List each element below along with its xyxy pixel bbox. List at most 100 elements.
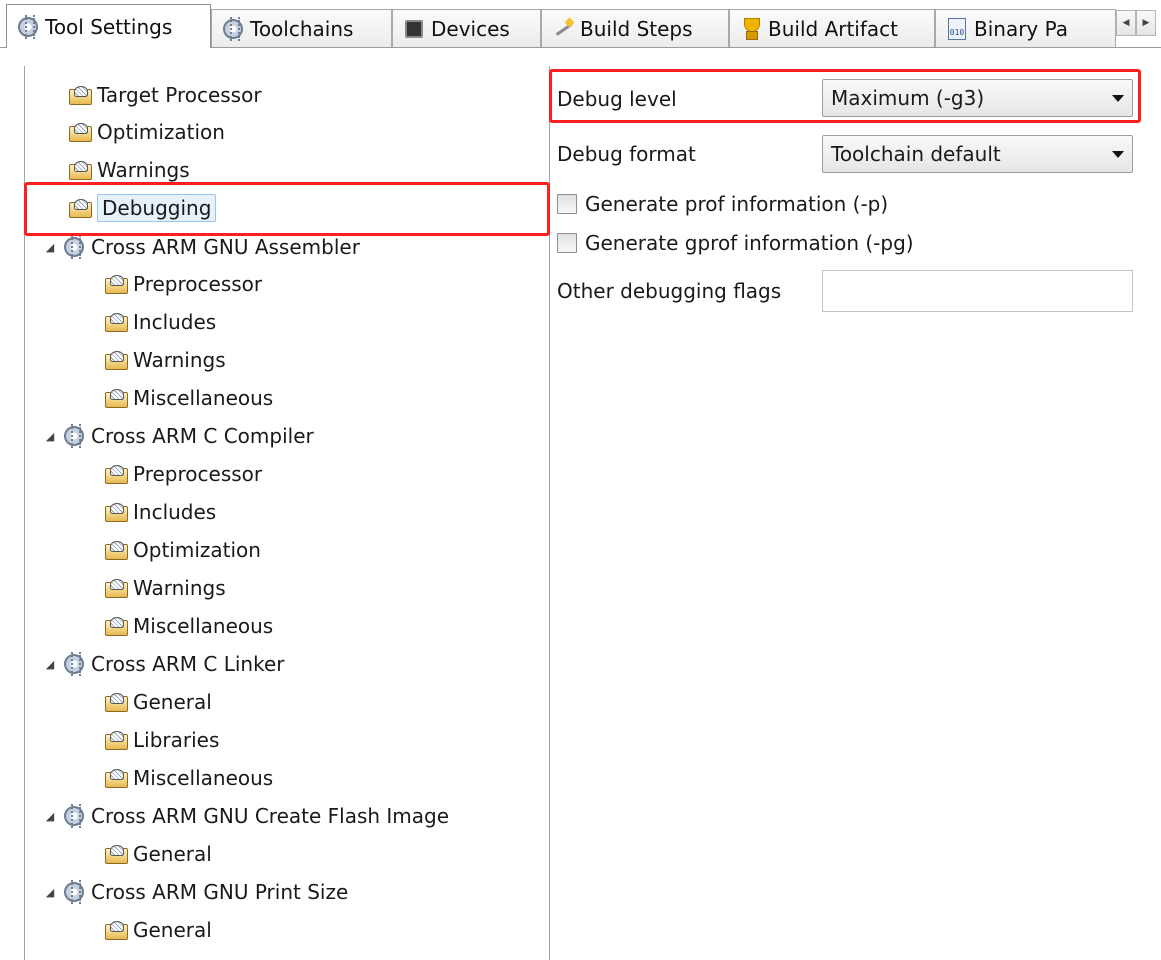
tab-tool-settings[interactable]: Tool Settings (6, 4, 211, 48)
folder-icon (105, 577, 128, 599)
chevron-down-icon (1112, 95, 1124, 102)
tab-label: Devices (431, 16, 510, 41)
folder-icon (105, 843, 128, 865)
gprof-option[interactable]: Generate gprof information (-pg) (557, 227, 914, 259)
debug-level-select[interactable]: Maximum (-g3) (822, 79, 1133, 117)
scroll-right-button[interactable]: ▶ (1136, 10, 1156, 36)
tree-item[interactable]: Miscellaneous (105, 381, 273, 415)
tree-item-label: Libraries (133, 728, 220, 752)
tree-item[interactable]: Target Processor (69, 78, 262, 112)
tree-group-label: Cross ARM C Linker (91, 652, 285, 676)
tree-item-label: General (133, 918, 212, 942)
tab-label: Build Artifact (768, 16, 898, 41)
tree-item[interactable]: Preprocessor (105, 457, 262, 491)
tree-group[interactable]: ◢ Cross ARM GNU Assembler (43, 230, 360, 264)
debug-format-label: Debug format (557, 142, 696, 166)
tree-group[interactable]: ◢ Cross ARM C Linker (43, 647, 284, 681)
folder-icon (105, 311, 128, 333)
tree-item[interactable]: Miscellaneous (105, 761, 273, 795)
gprof-checkbox[interactable] (557, 233, 577, 253)
folder-icon (105, 349, 128, 371)
chip-icon (403, 18, 425, 40)
prof-label: Generate prof information (-p) (585, 192, 889, 216)
gear-icon (222, 16, 244, 41)
binary-file-icon: 010 (946, 17, 968, 40)
tree-item-label: Miscellaneous (133, 614, 274, 638)
gear-icon (63, 880, 85, 904)
gprof-label: Generate gprof information (-pg) (585, 231, 914, 255)
tree-item[interactable]: General (105, 837, 212, 871)
expand-toggle-icon[interactable]: ◢ (43, 658, 57, 671)
prof-option[interactable]: Generate prof information (-p) (557, 188, 888, 220)
tree-item-label: Warnings (133, 348, 226, 372)
tree-group-label: Cross ARM C Compiler (91, 424, 314, 448)
tree-item-label: Includes (133, 310, 217, 334)
tree-item[interactable]: Includes (105, 495, 216, 529)
tab-label: Tool Settings (45, 14, 173, 39)
debug-format-select[interactable]: Toolchain default (822, 135, 1133, 173)
tab-binary-parsers[interactable]: 010 Binary Pa (935, 9, 1116, 47)
folder-icon (69, 84, 92, 106)
other-flags-label: Other debugging flags (557, 279, 782, 303)
folder-icon (105, 691, 128, 713)
debug-level-value: Maximum (-g3) (831, 86, 985, 110)
tree-item-label: Optimization (133, 538, 261, 562)
gear-icon (63, 235, 85, 259)
settings-tree: Target Processor Optimization Warnings D… (24, 66, 550, 960)
tree-item[interactable]: Warnings (105, 571, 226, 605)
folder-icon (69, 159, 92, 181)
tab-label: Binary Pa (974, 16, 1069, 41)
folder-icon (105, 501, 128, 523)
chevron-down-icon (1112, 151, 1124, 158)
expand-toggle-icon[interactable]: ◢ (43, 430, 57, 443)
tab-toolchains[interactable]: Toolchains (211, 9, 392, 47)
tree-item-label: Debugging (97, 194, 217, 222)
tab-bar: Tool Settings Toolchains Devices Build S… (0, 0, 1161, 48)
tree-item[interactable]: Warnings (69, 153, 190, 187)
folder-icon (105, 729, 128, 751)
folder-icon (105, 539, 128, 561)
tree-item[interactable]: Warnings (105, 343, 226, 377)
gear-icon (63, 424, 85, 448)
tree-item-label: Warnings (133, 576, 226, 600)
debug-level-label: Debug level (557, 87, 677, 111)
tree-item[interactable]: Optimization (105, 533, 261, 567)
tree-item[interactable]: General (105, 685, 212, 719)
tab-build-artifact[interactable]: Build Artifact (729, 9, 935, 47)
folder-icon (105, 919, 128, 941)
tree-item-label: Includes (133, 500, 217, 524)
tree-item-label: Miscellaneous (133, 386, 274, 410)
tree-item-label: General (133, 690, 212, 714)
tree-group[interactable]: ◢ Cross ARM C Compiler (43, 419, 314, 453)
tree-group-label: Cross ARM GNU Create Flash Image (91, 804, 450, 828)
tree-item[interactable]: Libraries (105, 723, 219, 757)
folder-icon (105, 387, 128, 409)
other-flags-input[interactable] (822, 270, 1133, 312)
tab-devices[interactable]: Devices (392, 9, 541, 47)
other-flags-row: Other debugging flags (557, 275, 781, 307)
tab-build-steps[interactable]: Build Steps (541, 9, 729, 47)
tree-item[interactable]: Includes (105, 305, 216, 339)
tree-item[interactable]: Preprocessor (105, 267, 262, 301)
tree-group[interactable]: ◢ Cross ARM GNU Create Flash Image (43, 799, 449, 833)
tree-item[interactable]: General (105, 913, 212, 947)
tree-item-debugging[interactable]: Debugging (69, 191, 217, 225)
expand-toggle-icon[interactable]: ◢ (43, 886, 57, 899)
tree-item-label: Preprocessor (133, 272, 263, 296)
tree-item[interactable]: Optimization (69, 115, 225, 149)
folder-icon (105, 615, 128, 637)
folder-icon (105, 463, 128, 485)
scroll-left-button[interactable]: ◀ (1116, 10, 1136, 36)
debug-format-row: Debug format (557, 135, 696, 173)
prof-checkbox[interactable] (557, 194, 577, 214)
tree-item-label: Warnings (97, 158, 190, 182)
tree-item-label: Target Processor (97, 83, 262, 107)
folder-icon (69, 197, 92, 219)
tree-item[interactable]: Miscellaneous (105, 609, 273, 643)
gear-icon (63, 652, 85, 676)
trophy-icon (740, 17, 762, 40)
folder-icon (105, 273, 128, 295)
expand-toggle-icon[interactable]: ◢ (43, 241, 57, 254)
tree-group[interactable]: ◢ Cross ARM GNU Print Size (43, 875, 348, 909)
expand-toggle-icon[interactable]: ◢ (43, 810, 57, 823)
